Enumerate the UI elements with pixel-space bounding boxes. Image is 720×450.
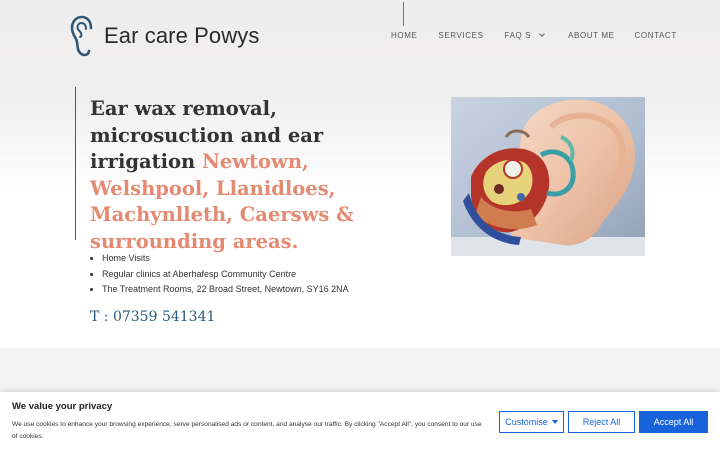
reject-all-button[interactable]: Reject All bbox=[568, 411, 635, 433]
accept-all-button[interactable]: Accept All bbox=[639, 411, 708, 433]
customise-label: Customise bbox=[505, 417, 548, 427]
nav-divider bbox=[403, 2, 404, 26]
main-nav: HOME SERVICES FAQ S ABOUT ME CONTACT bbox=[391, 31, 677, 40]
nav-label: FAQ S bbox=[504, 31, 532, 40]
ear-logo-icon bbox=[70, 15, 93, 57]
reject-label: Reject All bbox=[582, 417, 621, 427]
nav-item-services[interactable]: SERVICES bbox=[438, 31, 483, 40]
services-list: Home Visits Regular clinics at Aberhafes… bbox=[102, 251, 349, 298]
ear-model-image bbox=[451, 97, 645, 256]
nav-label: CONTACT bbox=[634, 31, 677, 40]
accept-label: Accept All bbox=[653, 417, 694, 427]
list-item: The Treatment Rooms, 22 Broad Street, Ne… bbox=[102, 282, 349, 298]
caret-down-icon bbox=[551, 420, 558, 424]
phone-number[interactable]: T : 07359 541341 bbox=[90, 309, 215, 325]
list-item: Regular clinics at Aberhafesp Community … bbox=[102, 267, 349, 283]
nav-label: SERVICES bbox=[438, 31, 484, 40]
nav-item-faqs[interactable]: FAQ S bbox=[505, 31, 545, 40]
cookie-description: We use cookies to enhance your browsing … bbox=[12, 421, 482, 440]
hero-accent-bar bbox=[75, 87, 76, 240]
nav-label: ABOUT ME bbox=[568, 31, 615, 40]
nav-item-contact[interactable]: CONTACT bbox=[635, 31, 677, 40]
list-item: Home Visits bbox=[102, 251, 349, 267]
site-logo[interactable]: Ear care Powys bbox=[70, 15, 259, 57]
cookie-banner: We value your privacy We use cookies to … bbox=[0, 392, 720, 450]
site-name: Ear care Powys bbox=[104, 23, 260, 48]
nav-item-home[interactable]: HOME bbox=[391, 31, 417, 40]
ear-model-illustration bbox=[451, 97, 645, 256]
customise-button[interactable]: Customise bbox=[499, 411, 564, 433]
hero-headline: Ear wax removal, microsuction and ear ir… bbox=[90, 96, 390, 255]
nav-item-about[interactable]: ABOUT ME bbox=[568, 31, 614, 40]
chevron-down-icon bbox=[539, 31, 545, 37]
nav-label: HOME bbox=[391, 31, 418, 40]
cookie-title: We value your privacy bbox=[12, 401, 113, 412]
